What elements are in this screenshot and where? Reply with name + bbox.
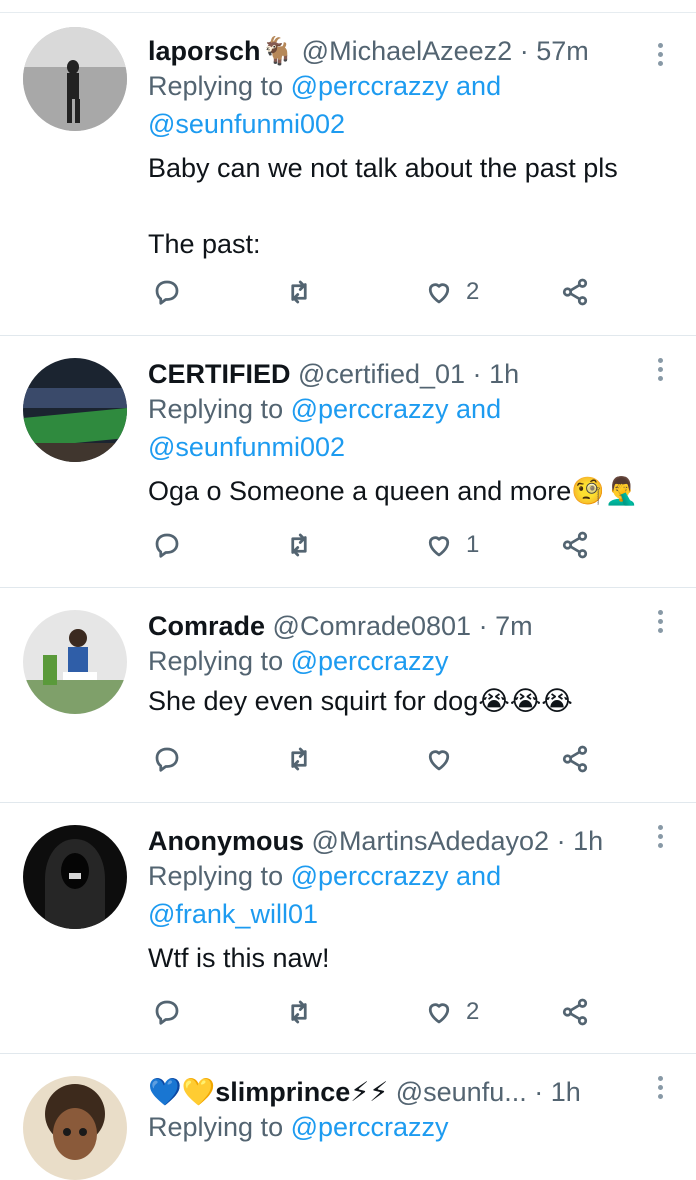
more-icon[interactable] — [656, 610, 664, 633]
tweet-text: She dey even squirt for dog😭😭😭 — [148, 686, 573, 716]
reply-icon — [155, 280, 179, 305]
timestamp[interactable]: 1h — [551, 1077, 581, 1107]
reply-button[interactable] — [152, 997, 182, 1027]
replying-to-prefix: Replying to — [148, 71, 291, 101]
retweet-button[interactable] — [284, 530, 314, 560]
avatar[interactable] — [23, 27, 127, 131]
display-name[interactable]: CERTIFIED — [148, 359, 291, 389]
share-icon — [562, 278, 588, 306]
like-count: 2 — [466, 278, 480, 305]
tweet-text: Wtf is this naw! — [148, 943, 330, 973]
replying-to-prefix: Replying to — [148, 394, 291, 424]
share-icon — [562, 998, 588, 1026]
share-button[interactable] — [560, 744, 590, 774]
separator: · — [556, 826, 566, 856]
share-button[interactable] — [560, 997, 590, 1027]
avatar[interactable] — [23, 825, 127, 929]
tweet[interactable]: laporsch🐐 @MichaelAzeez2 · 57m Replying … — [0, 13, 696, 336]
tweet-text: Oga o Someone a queen and more🧐🤦‍♂️ — [148, 476, 639, 506]
like-button[interactable] — [424, 744, 466, 774]
reply-button[interactable] — [152, 277, 182, 307]
replying-to-prefix: Replying to — [148, 646, 291, 676]
heart-icon — [428, 1003, 450, 1024]
reply-icon — [155, 533, 179, 558]
more-icon[interactable] — [656, 1076, 664, 1099]
like-button[interactable]: 2 — [424, 277, 479, 307]
avatar[interactable] — [23, 1076, 127, 1180]
display-name[interactable]: 💙💛slimprince⚡⚡ — [148, 1077, 388, 1107]
tweet[interactable]: Comrade @Comrade0801 · 7m Replying to @p… — [0, 588, 696, 803]
replying-to-users[interactable]: @perccrazzy — [291, 646, 449, 676]
timestamp[interactable]: 1h — [489, 359, 519, 389]
replying-to: Replying to @perccrazzy — [148, 1108, 656, 1146]
retweet-button[interactable] — [284, 997, 314, 1027]
replying-to: Replying to @perccrazzy and @seunfunmi00… — [148, 67, 656, 143]
retweet-button[interactable] — [284, 744, 314, 774]
separator: · — [472, 359, 482, 389]
reply-button[interactable] — [152, 530, 182, 560]
share-button[interactable] — [560, 530, 590, 560]
user-handle[interactable]: @MartinsAdedayo2 — [312, 826, 550, 856]
separator: · — [519, 36, 529, 66]
reply-button[interactable] — [152, 744, 182, 774]
user-handle[interactable]: @Comrade0801 — [273, 611, 472, 641]
like-button[interactable]: 2 — [424, 997, 479, 1027]
share-icon — [562, 531, 588, 559]
separator: · — [534, 1077, 544, 1107]
timestamp[interactable]: 7m — [495, 611, 533, 641]
like-button[interactable]: 1 — [424, 530, 479, 560]
avatar[interactable] — [23, 610, 127, 714]
retweet-icon — [291, 533, 307, 557]
replying-to-users[interactable]: @perccrazzy — [291, 1112, 449, 1142]
reply-icon — [155, 1000, 179, 1025]
like-count: 2 — [466, 998, 480, 1025]
tweet[interactable]: CERTIFIED @certified_01 · 1h Replying to… — [0, 336, 696, 588]
display-name[interactable]: Anonymous — [148, 826, 304, 856]
more-icon[interactable] — [656, 825, 664, 848]
separator: · — [478, 611, 488, 641]
retweet-icon — [291, 747, 307, 771]
display-name[interactable]: Comrade — [148, 611, 265, 641]
share-icon — [562, 745, 588, 773]
share-button[interactable] — [560, 277, 590, 307]
replying-to-prefix: Replying to — [148, 861, 291, 891]
avatar[interactable] — [23, 358, 127, 462]
retweet-icon — [291, 1000, 307, 1024]
retweet-icon — [291, 280, 307, 304]
replying-to: Replying to @perccrazzy and @seunfunmi00… — [148, 390, 656, 466]
more-icon[interactable] — [656, 358, 664, 381]
replying-to: Replying to @perccrazzy — [148, 642, 656, 680]
like-count: 1 — [466, 531, 480, 558]
reply-icon — [155, 747, 179, 772]
tweet[interactable]: Anonymous @MartinsAdedayo2 · 1h Replying… — [0, 803, 696, 1054]
heart-icon — [428, 283, 450, 304]
user-handle[interactable]: @MichaelAzeez2 — [302, 36, 513, 66]
tweet-text: Baby can we not talk about the past pls … — [148, 153, 618, 259]
heart-icon — [428, 750, 450, 771]
display-name[interactable]: laporsch🐐 — [148, 36, 294, 66]
user-handle[interactable]: @certified_01 — [298, 359, 465, 389]
retweet-button[interactable] — [284, 277, 314, 307]
replying-to-prefix: Replying to — [148, 1112, 291, 1142]
user-handle[interactable]: @seunfu... — [396, 1077, 527, 1107]
heart-icon — [428, 536, 450, 557]
timestamp[interactable]: 57m — [536, 36, 589, 66]
tweet[interactable]: 💙💛slimprince⚡⚡ @seunfu... · 1h Replying … — [0, 1054, 696, 1180]
more-icon[interactable] — [656, 43, 664, 66]
replying-to: Replying to @perccrazzy and @frank_will0… — [148, 857, 656, 933]
timestamp[interactable]: 1h — [573, 826, 603, 856]
top-divider — [0, 0, 696, 13]
